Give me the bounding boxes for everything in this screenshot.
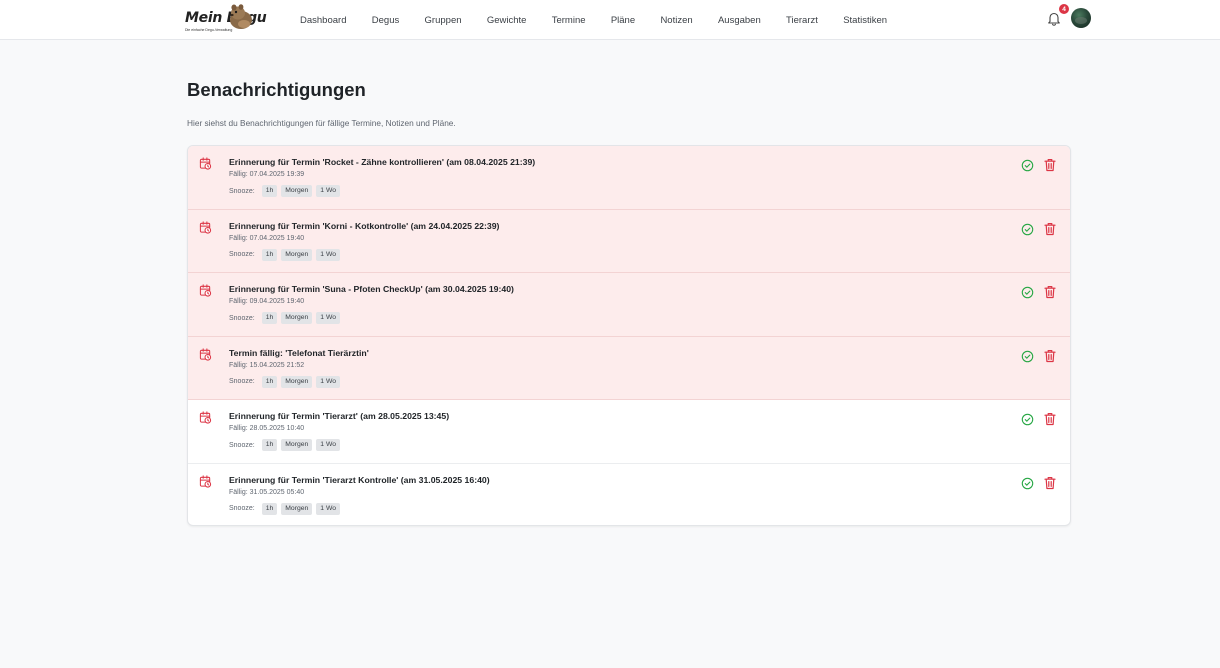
snooze-tomorrow-button[interactable]: Morgen	[281, 439, 313, 451]
notification-title: Erinnerung für Termin 'Korni - Kotkontro…	[229, 220, 500, 231]
snooze-1-week-button[interactable]: 1 Wo	[316, 248, 341, 261]
snooze-1h-button[interactable]: 1h	[261, 312, 278, 324]
nav-dashboard[interactable]: Dashboard	[300, 15, 346, 26]
mark-done-icon[interactable]	[1021, 159, 1034, 172]
snooze-1-week-button[interactable]: 1 Wo	[316, 312, 341, 324]
notification-item: Erinnerung für Termin 'Tierarzt' (am 28.…	[188, 400, 1070, 464]
snooze-tomorrow-button[interactable]: Morgen	[281, 375, 313, 388]
snooze-1-week-button[interactable]: 1 Wo	[316, 185, 341, 197]
nav-termine[interactable]: Termine	[552, 15, 586, 26]
delete-icon[interactable]	[1044, 349, 1056, 363]
page-title: Benachrichtigungen	[187, 79, 366, 100]
nav-notizen[interactable]: Notizen	[660, 15, 692, 26]
notification-due-date: Fällig: 31.05.2025 05:40	[229, 488, 305, 496]
snooze-1h-button[interactable]: 1h	[261, 439, 278, 451]
notification-due-date: Fällig: 07.04.2025 19:39	[229, 171, 305, 178]
snooze-1-week-button[interactable]: 1 Wo	[316, 375, 341, 388]
calendar-clock-icon	[199, 411, 212, 424]
snooze-controls: Snooze: 1h Morgen 1 Wo	[229, 439, 344, 451]
mark-done-icon[interactable]	[1021, 413, 1034, 426]
notification-item: Erinnerung für Termin 'Suna - Pfoten Che…	[188, 273, 1070, 337]
snooze-tomorrow-button[interactable]: Morgen	[281, 312, 313, 324]
notification-item: Termin fällig: 'Telefonat Tierärztin' Fä…	[188, 336, 1070, 400]
notification-title: Erinnerung für Termin 'Tierarzt Kontroll…	[229, 474, 490, 485]
notification-due-date: Fällig: 15.04.2025 21:52	[229, 361, 305, 369]
nav-ausgaben[interactable]: Ausgaben	[718, 15, 761, 26]
nav-gewichte[interactable]: Gewichte	[487, 15, 527, 26]
notification-due-date: Fällig: 09.04.2025 19:40	[229, 298, 305, 305]
snooze-1-week-button[interactable]: 1 Wo	[316, 502, 341, 515]
notification-count-badge[interactable]: 4	[1059, 4, 1069, 14]
nav-statistiken[interactable]: Statistiken	[843, 15, 887, 26]
snooze-label: Snooze:	[229, 505, 255, 512]
snooze-1h-button[interactable]: 1h	[261, 185, 278, 197]
snooze-1h-button[interactable]: 1h	[261, 502, 278, 515]
delete-icon[interactable]	[1044, 476, 1056, 490]
nav-degus[interactable]: Degus	[372, 15, 399, 26]
nav-plaene[interactable]: Pläne	[611, 15, 635, 26]
logo-subtitle: Die einfache Degu-Verwaltung	[185, 28, 233, 32]
snooze-tomorrow-button[interactable]: Morgen	[281, 248, 313, 261]
snooze-controls: Snooze: 1h Morgen 1 Wo	[229, 502, 344, 515]
notification-title: Erinnerung für Termin 'Rocket - Zähne ko…	[229, 157, 536, 167]
snooze-label: Snooze:	[229, 187, 255, 195]
notification-list: Erinnerung für Termin 'Rocket - Zähne ko…	[187, 145, 1071, 526]
snooze-label: Snooze:	[229, 314, 255, 322]
nav-gruppen[interactable]: Gruppen	[425, 15, 462, 26]
snooze-label: Snooze:	[229, 378, 255, 385]
main-nav: Dashboard Degus Gruppen Gewichte Termine…	[300, 0, 912, 40]
snooze-label: Snooze:	[229, 441, 255, 449]
snooze-controls: Snooze: 1h Morgen 1 Wo	[229, 312, 344, 324]
notification-due-date: Fällig: 28.05.2025 10:40	[229, 425, 305, 432]
page-description: Hier siehst du Benachrichtigungen für fä…	[187, 118, 456, 128]
calendar-clock-icon	[199, 284, 212, 297]
delete-icon[interactable]	[1044, 285, 1056, 299]
notification-item: Erinnerung für Termin 'Rocket - Zähne ko…	[188, 146, 1070, 210]
degu-mascot-icon	[230, 4, 252, 29]
notification-item: Erinnerung für Termin 'Korni - Kotkontro…	[188, 209, 1070, 273]
calendar-clock-icon	[199, 157, 212, 170]
snooze-controls: Snooze: 1h Morgen 1 Wo	[229, 185, 344, 197]
delete-icon[interactable]	[1044, 412, 1056, 426]
mark-done-icon[interactable]	[1021, 350, 1034, 363]
notification-due-date: Fällig: 07.04.2025 19:40	[229, 234, 305, 242]
user-avatar[interactable]	[1071, 8, 1091, 28]
app-logo[interactable]: Mein Degu Die einfache Degu-Verwaltung	[185, 3, 267, 35]
snooze-1h-button[interactable]: 1h	[261, 375, 278, 388]
notification-title: Erinnerung für Termin 'Tierarzt' (am 28.…	[229, 411, 450, 421]
nav-tierarzt[interactable]: Tierarzt	[786, 15, 818, 26]
snooze-1-week-button[interactable]: 1 Wo	[316, 439, 341, 451]
top-navbar: Mein Degu Die einfache Degu-Verwaltung D…	[0, 0, 1220, 40]
calendar-clock-icon	[199, 220, 212, 234]
mark-done-icon[interactable]	[1021, 286, 1034, 299]
snooze-controls: Snooze: 1h Morgen 1 Wo	[229, 375, 344, 388]
snooze-label: Snooze:	[229, 251, 255, 258]
snooze-tomorrow-button[interactable]: Morgen	[281, 185, 313, 197]
snooze-1h-button[interactable]: 1h	[261, 248, 278, 261]
notification-title: Erinnerung für Termin 'Suna - Pfoten Che…	[229, 284, 514, 294]
notification-item: Erinnerung für Termin 'Tierarzt Kontroll…	[188, 464, 1070, 526]
mark-done-icon[interactable]	[1021, 477, 1034, 490]
snooze-tomorrow-button[interactable]: Morgen	[281, 502, 313, 515]
delete-icon[interactable]	[1044, 158, 1056, 172]
mark-done-icon[interactable]	[1021, 223, 1034, 236]
calendar-clock-icon	[199, 347, 212, 361]
delete-icon[interactable]	[1044, 222, 1056, 236]
calendar-clock-icon	[199, 474, 212, 488]
snooze-controls: Snooze: 1h Morgen 1 Wo	[229, 248, 344, 261]
notification-title: Termin fällig: 'Telefonat Tierärztin'	[229, 347, 369, 358]
bell-icon[interactable]	[1047, 11, 1061, 26]
